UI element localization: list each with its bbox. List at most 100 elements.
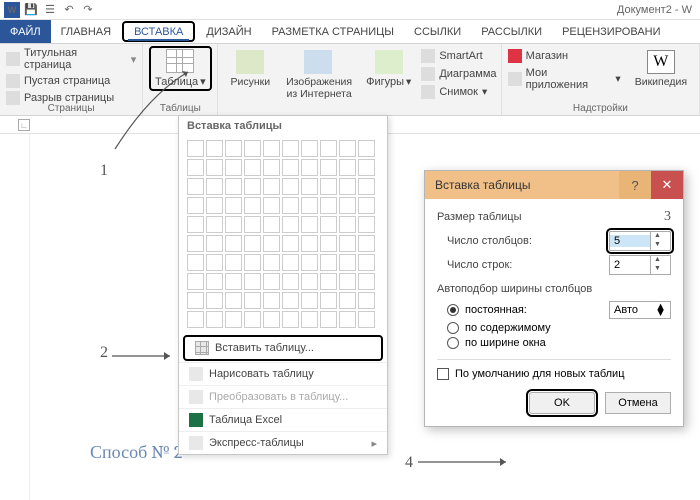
fixed-width-combo[interactable]: Авто▲▼	[609, 301, 671, 319]
grid-cell[interactable]	[187, 273, 204, 290]
grid-cell[interactable]	[187, 140, 204, 157]
tab-file[interactable]: ФАЙЛ	[0, 20, 51, 43]
tab-insert[interactable]: ВСТАВКА	[122, 21, 195, 42]
grid-cell[interactable]	[206, 273, 223, 290]
grid-cell[interactable]	[263, 311, 280, 328]
ruler-tab-icon[interactable]: ∟	[18, 119, 30, 131]
grid-cell[interactable]	[358, 235, 375, 252]
grid-cell[interactable]	[358, 216, 375, 233]
grid-cell[interactable]	[358, 292, 375, 309]
wikipedia-button[interactable]: WВикипедия	[629, 48, 693, 90]
ok-button[interactable]: OK	[529, 392, 595, 414]
grid-cell[interactable]	[339, 197, 356, 214]
grid-cell[interactable]	[206, 197, 223, 214]
blank-page-button[interactable]: Пустая страница	[6, 73, 136, 89]
grid-cell[interactable]	[320, 235, 337, 252]
help-button[interactable]: ?	[619, 171, 651, 199]
grid-cell[interactable]	[339, 292, 356, 309]
rows-spinner[interactable]: ▲▼	[609, 255, 671, 275]
grid-cell[interactable]	[320, 178, 337, 195]
remember-checkbox[interactable]	[437, 368, 449, 380]
touch-icon[interactable]: ☰	[42, 2, 58, 18]
shapes-button[interactable]: Фигуры ▾	[360, 48, 417, 90]
grid-cell[interactable]	[225, 273, 242, 290]
grid-cell[interactable]	[320, 292, 337, 309]
my-addins-button[interactable]: Мои приложения ▾	[508, 66, 621, 92]
grid-cell[interactable]	[301, 140, 318, 157]
grid-cell[interactable]	[206, 254, 223, 271]
grid-cell[interactable]	[187, 311, 204, 328]
grid-cell[interactable]	[225, 159, 242, 176]
spin-up-icon[interactable]: ▲	[651, 232, 664, 241]
grid-cell[interactable]	[187, 197, 204, 214]
grid-cell[interactable]	[320, 254, 337, 271]
grid-cell[interactable]	[282, 140, 299, 157]
grid-cell[interactable]	[244, 273, 261, 290]
grid-cell[interactable]	[263, 159, 280, 176]
grid-cell[interactable]	[225, 311, 242, 328]
grid-cell[interactable]	[187, 159, 204, 176]
grid-cell[interactable]	[263, 140, 280, 157]
grid-cell[interactable]	[244, 292, 261, 309]
grid-cell[interactable]	[225, 197, 242, 214]
grid-cell[interactable]	[358, 311, 375, 328]
grid-cell[interactable]	[339, 311, 356, 328]
grid-cell[interactable]	[320, 311, 337, 328]
grid-cell[interactable]	[358, 178, 375, 195]
grid-cell[interactable]	[339, 216, 356, 233]
grid-cell[interactable]	[320, 140, 337, 157]
grid-cell[interactable]	[263, 273, 280, 290]
screenshot-button[interactable]: Снимок ▾	[421, 84, 496, 100]
grid-cell[interactable]	[358, 273, 375, 290]
tab-references[interactable]: ССЫЛКИ	[404, 20, 471, 43]
grid-cell[interactable]	[244, 178, 261, 195]
tab-review[interactable]: РЕЦЕНЗИРОВАНИ	[552, 20, 670, 43]
grid-cell[interactable]	[263, 178, 280, 195]
smartart-button[interactable]: SmartArt	[421, 48, 496, 64]
grid-cell[interactable]	[358, 140, 375, 157]
grid-cell[interactable]	[263, 292, 280, 309]
grid-cell[interactable]	[301, 216, 318, 233]
grid-cell[interactable]	[244, 311, 261, 328]
grid-cell[interactable]	[282, 159, 299, 176]
grid-cell[interactable]	[282, 216, 299, 233]
table-grid-picker[interactable]	[179, 136, 387, 334]
undo-icon[interactable]: ↶	[61, 2, 77, 18]
grid-cell[interactable]	[282, 254, 299, 271]
grid-cell[interactable]	[339, 273, 356, 290]
redo-icon[interactable]: ↷	[80, 2, 96, 18]
spin-down-icon[interactable]: ▼	[651, 241, 664, 250]
grid-cell[interactable]	[244, 159, 261, 176]
grid-cell[interactable]	[206, 235, 223, 252]
autofit-window-radio[interactable]	[447, 337, 459, 349]
grid-cell[interactable]	[206, 311, 223, 328]
grid-cell[interactable]	[301, 159, 318, 176]
chart-button[interactable]: Диаграмма	[421, 66, 496, 82]
grid-cell[interactable]	[282, 292, 299, 309]
grid-cell[interactable]	[358, 254, 375, 271]
grid-cell[interactable]	[225, 292, 242, 309]
grid-cell[interactable]	[301, 197, 318, 214]
grid-cell[interactable]	[225, 178, 242, 195]
tab-design[interactable]: ДИЗАЙН	[196, 20, 261, 43]
grid-cell[interactable]	[187, 235, 204, 252]
table-button[interactable]: Таблица▾	[149, 46, 212, 91]
grid-cell[interactable]	[282, 311, 299, 328]
grid-cell[interactable]	[282, 273, 299, 290]
spin-up-icon[interactable]: ▲	[651, 256, 664, 265]
grid-cell[interactable]	[320, 273, 337, 290]
close-button[interactable]: ✕	[651, 171, 683, 199]
excel-table-menuitem[interactable]: Таблица Excel	[179, 408, 387, 431]
tab-home[interactable]: ГЛАВНАЯ	[51, 20, 121, 43]
grid-cell[interactable]	[320, 216, 337, 233]
grid-cell[interactable]	[358, 159, 375, 176]
grid-cell[interactable]	[301, 311, 318, 328]
grid-cell[interactable]	[263, 235, 280, 252]
grid-cell[interactable]	[301, 178, 318, 195]
grid-cell[interactable]	[206, 140, 223, 157]
grid-cell[interactable]	[339, 254, 356, 271]
draw-table-menuitem[interactable]: Нарисовать таблицу	[179, 362, 387, 385]
fixed-width-radio[interactable]	[447, 304, 459, 316]
grid-cell[interactable]	[282, 197, 299, 214]
columns-input[interactable]	[610, 235, 650, 247]
